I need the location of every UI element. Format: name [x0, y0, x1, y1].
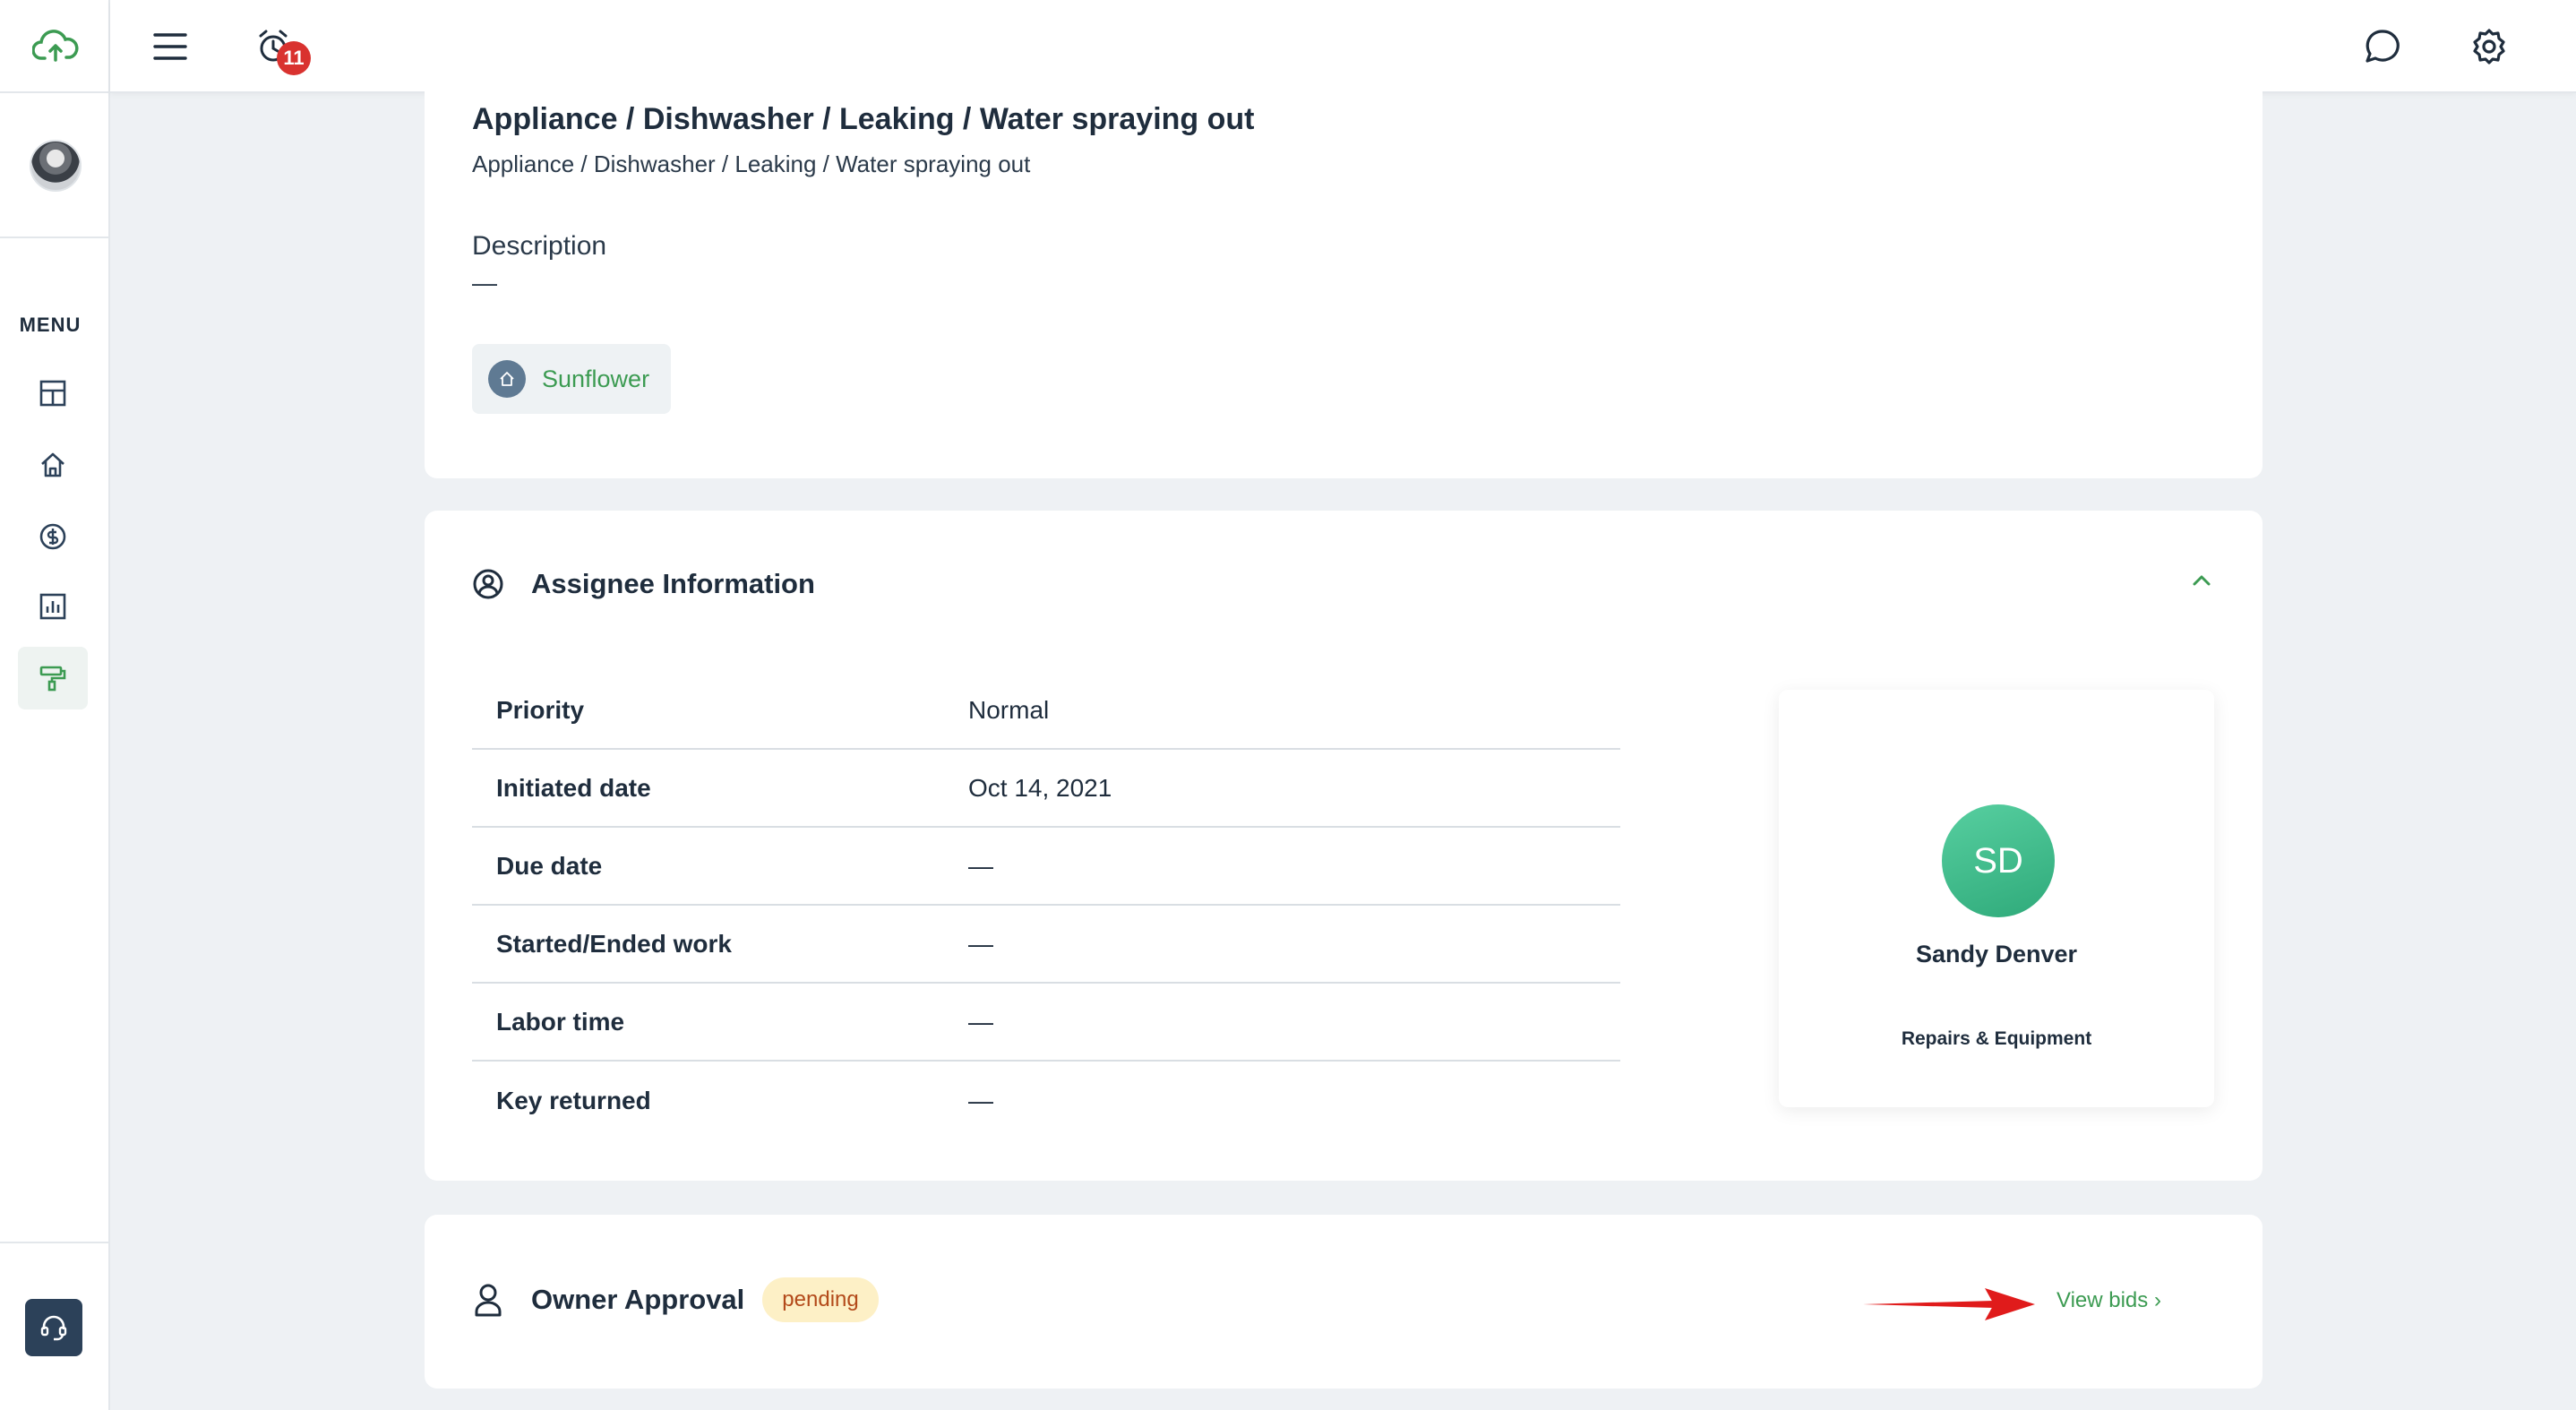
- top-bar: 11: [110, 0, 2576, 93]
- row-value: —: [968, 851, 993, 880]
- sidebar-item-dashboard[interactable]: [18, 362, 88, 425]
- notification-badge: 11: [277, 41, 311, 75]
- table-row: Started/Ended work —: [472, 906, 1620, 984]
- chevron-up-icon: [2193, 575, 2211, 586]
- request-details-card: Appliance / Dishwasher / Leaking / Water…: [425, 81, 2263, 478]
- assignee-section-header: Assignee Information: [472, 568, 815, 600]
- menu-label: MENU: [19, 314, 82, 336]
- user-icon: [475, 1284, 502, 1317]
- hamburger-menu-button[interactable]: [142, 18, 199, 75]
- row-value: —: [968, 1086, 993, 1114]
- headset-icon: [40, 1315, 67, 1341]
- table-row: Labor time —: [472, 984, 1620, 1062]
- settings-button[interactable]: [2460, 18, 2518, 75]
- row-value: —: [968, 929, 993, 958]
- chat-bubble-icon: [2366, 30, 2400, 63]
- gear-icon: [2473, 29, 2505, 64]
- property-name: Sunflower: [542, 365, 650, 392]
- sidebar-footer: [0, 1242, 110, 1410]
- table-row: Due date —: [472, 828, 1620, 906]
- assignee-name: Sandy Denver: [1915, 941, 2078, 967]
- messages-button[interactable]: [2354, 18, 2411, 75]
- row-label: Due date: [496, 851, 603, 880]
- property-chip[interactable]: Sunflower: [472, 344, 671, 414]
- sidebar-item-maintenance[interactable]: [18, 647, 88, 709]
- request-title: Appliance / Dishwasher / Leaking / Water…: [472, 102, 1255, 136]
- assignee-section-title: Assignee Information: [531, 568, 815, 599]
- row-label: Labor time: [496, 1007, 625, 1036]
- table-row: Initiated date Oct 14, 2021: [472, 750, 1620, 828]
- support-button[interactable]: [25, 1299, 82, 1356]
- description-label: Description: [472, 231, 607, 261]
- row-label: Initiated date: [496, 773, 651, 802]
- home-icon: [41, 452, 64, 477]
- dashboard-icon: [39, 380, 66, 407]
- avatar[interactable]: [29, 140, 82, 192]
- owner-approval-title: Owner Approval: [531, 1284, 745, 1315]
- assignee-initials-avatar: SD: [1942, 804, 2055, 917]
- row-value: —: [968, 1007, 993, 1036]
- cloud-upload-icon: [31, 30, 78, 62]
- sidebar: MENU: [0, 0, 110, 1410]
- property-home-icon: [488, 360, 526, 398]
- view-bids-link[interactable]: View bids ›: [2057, 1288, 2161, 1313]
- row-value: Normal: [968, 695, 1050, 724]
- assignee-details-table: Priority Normal Initiated date Oct 14, 2…: [472, 672, 1620, 1139]
- paint-roller-icon: [39, 666, 66, 692]
- dollar-icon: [39, 523, 66, 550]
- user-circle-icon: [473, 569, 503, 599]
- description-value: —: [472, 269, 497, 297]
- row-label: Priority: [496, 695, 585, 724]
- app-logo[interactable]: [0, 0, 110, 93]
- table-row: Priority Normal: [472, 672, 1620, 750]
- arrow-annotation-icon: [1863, 1288, 2035, 1320]
- assignee-profile-card[interactable]: SD Sandy Denver Repairs & Equipment: [1779, 690, 2214, 1107]
- owner-approval-card: Owner Approval pending View bids ›: [425, 1215, 2263, 1389]
- row-value: Oct 14, 2021: [968, 773, 1112, 802]
- request-category-path: Appliance / Dishwasher / Leaking / Water…: [472, 150, 1031, 177]
- status-badge: pending: [762, 1277, 879, 1322]
- chart-icon: [39, 593, 66, 620]
- user-avatar-area[interactable]: [0, 95, 110, 238]
- owner-approval-header: Owner Approval pending: [472, 1277, 879, 1322]
- table-row: Key returned —: [472, 1062, 1620, 1139]
- sidebar-item-properties[interactable]: [18, 434, 88, 496]
- row-label: Started/Ended work: [496, 929, 732, 958]
- hamburger-icon: [153, 33, 187, 60]
- sidebar-item-accounting[interactable]: [18, 505, 88, 568]
- assignee-role: Repairs & Equipment: [1901, 1028, 2092, 1049]
- collapse-toggle[interactable]: [2191, 573, 2212, 592]
- assignee-information-card: Assignee Information Priority Normal Ini…: [425, 511, 2263, 1181]
- sidebar-item-reports[interactable]: [18, 575, 88, 638]
- row-label: Key returned: [496, 1086, 651, 1114]
